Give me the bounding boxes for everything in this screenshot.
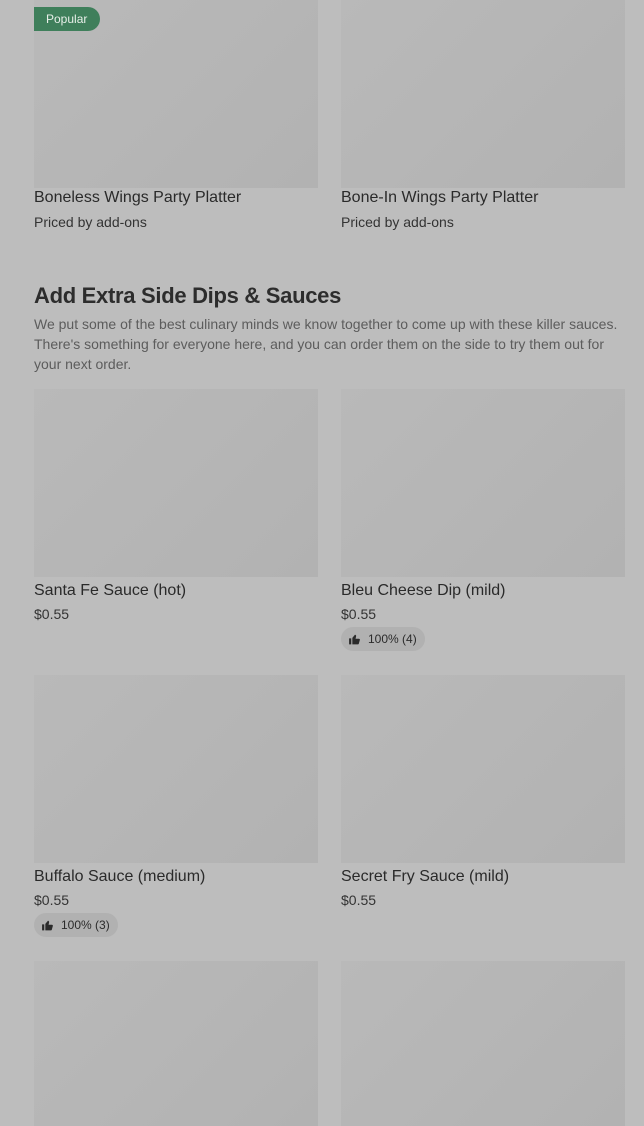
item-name: Santa Fe Sauce (hot)	[34, 582, 187, 599]
thumbs-up-icon	[349, 634, 360, 644]
section-description: We put some of the best culinary minds w…	[34, 316, 618, 372]
section-title: Add Extra Side Dips & Sauces	[34, 283, 342, 308]
item-name: Boneless Wings Party Platter	[34, 189, 242, 206]
menu-item-card[interactable]: Bone-In Wings Party Platter Priced by ad…	[341, 0, 625, 230]
item-image	[34, 961, 318, 1126]
item-name: Secret Fry Sauce (mild)	[341, 868, 510, 885]
item-image	[34, 389, 318, 577]
popular-badge: Popular	[34, 7, 101, 31]
item-price: $0.55	[34, 606, 70, 622]
item-name: Bone-In Wings Party Platter	[341, 189, 539, 206]
rating-text: 100% (4)	[368, 632, 417, 646]
item-name: Bleu Cheese Dip (mild)	[341, 582, 506, 599]
item-price: Priced by add-ons	[34, 214, 147, 230]
item-image	[341, 0, 625, 188]
item-image	[34, 675, 318, 863]
item-image	[341, 961, 625, 1126]
rating-badge: 100% (4)	[341, 627, 425, 651]
item-image	[341, 675, 625, 863]
rating-badge: 100% (3)	[34, 913, 118, 937]
item-price: Priced by add-ons	[341, 214, 454, 230]
item-image: Popular	[34, 0, 318, 188]
item-image	[341, 389, 625, 577]
item-price: $0.55	[341, 892, 377, 908]
thumbs-up-icon	[42, 920, 53, 930]
menu-item-card[interactable]: Popular Boneless Wings Party Platter Pri…	[34, 0, 318, 230]
section-header: Add Extra Side Dips & Sauces We put some…	[34, 282, 626, 374]
menu-item-card[interactable]: Bleu Cheese Dip (mild) $0.55 100% (4)	[341, 389, 625, 651]
menu-item-card[interactable]: Santa Fe Sauce (hot) $0.55	[34, 389, 318, 622]
menu-item-card[interactable]	[341, 961, 625, 1126]
item-name: Buffalo Sauce (medium)	[34, 868, 206, 885]
item-price: $0.55	[34, 892, 70, 908]
menu-item-card[interactable]: Buffalo Sauce (medium) $0.55 100% (3)	[34, 675, 318, 937]
rating-text: 100% (3)	[61, 918, 110, 932]
menu-item-card[interactable]	[34, 961, 318, 1126]
menu-item-card[interactable]: Secret Fry Sauce (mild) $0.55	[341, 675, 625, 908]
item-price: $0.55	[341, 606, 377, 622]
